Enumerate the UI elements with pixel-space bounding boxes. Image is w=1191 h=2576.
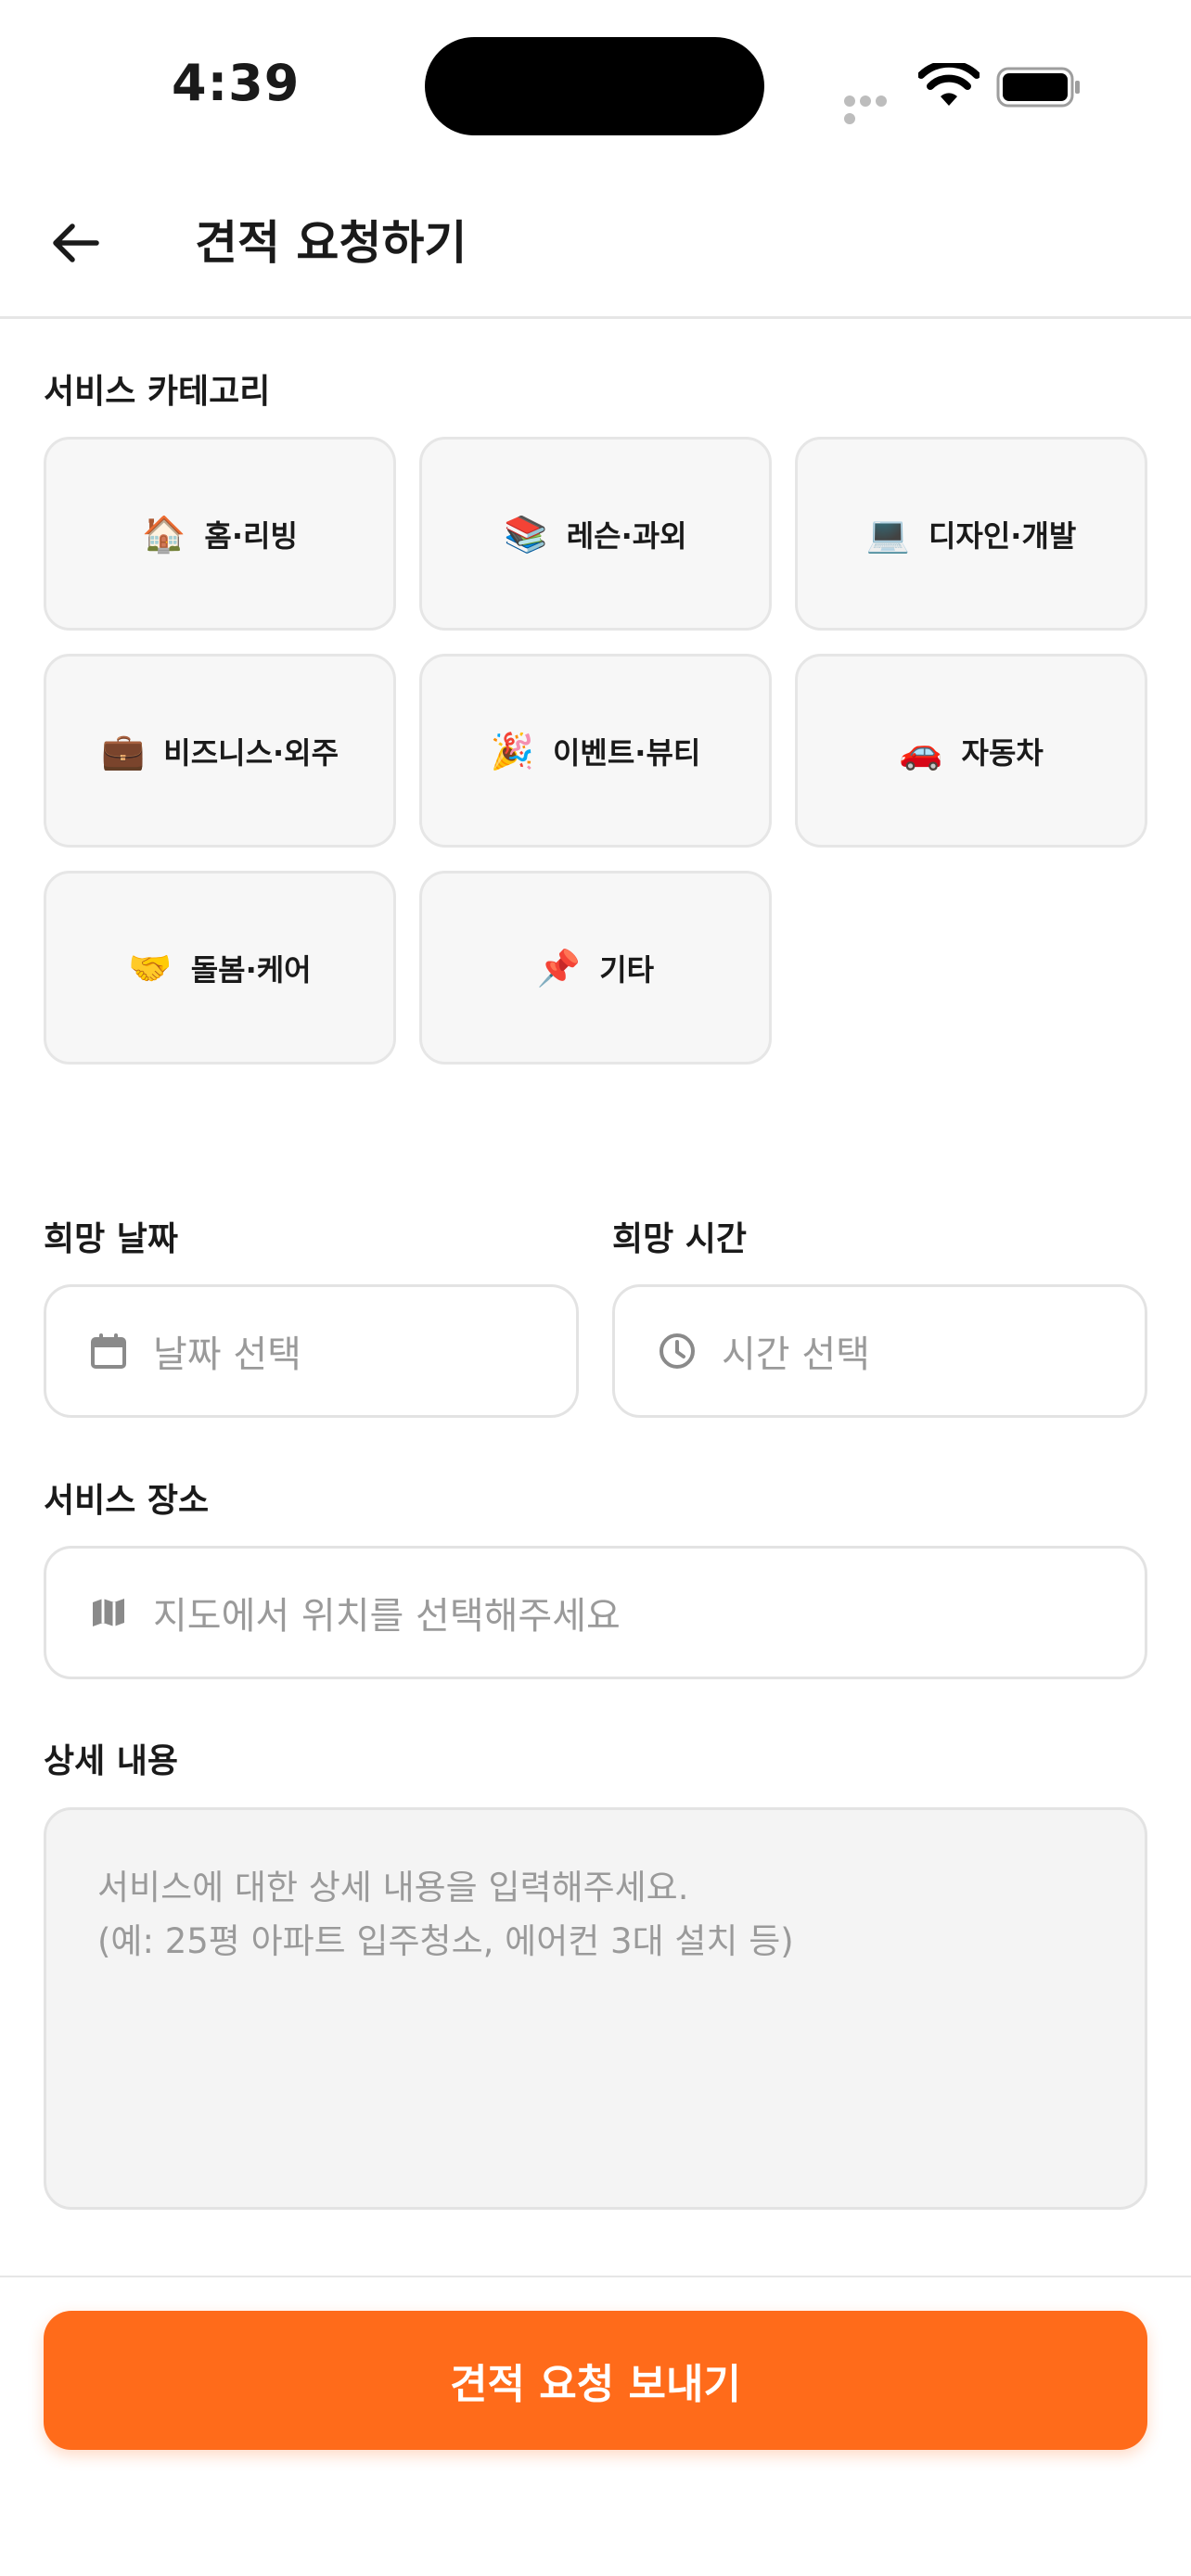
details-placeholder-line2: (예: 25평 아파트 입주청소, 에어컨 3대 설치 등): [97, 1921, 794, 1961]
status-time: 4:39: [172, 54, 301, 112]
category-label: 이벤트·뷰티: [552, 734, 701, 771]
page-title: 견적 요청하기: [195, 216, 467, 270]
details-placeholder-line1: 서비스에 대한 상세 내용을 입력해주세요.: [97, 1868, 689, 1907]
category-care[interactable]: 🤝 돌봄·케어: [44, 871, 396, 1065]
category-business-outsourcing[interactable]: 💼 비즈니스·외주: [44, 654, 396, 848]
details-field-label: 상세 내용: [44, 1742, 179, 1780]
clock-icon: [657, 1331, 698, 1371]
category-label: 레슨·과외: [566, 517, 687, 554]
location-placeholder: 지도에서 위치를 선택해주세요: [153, 1595, 621, 1638]
car-icon: 🚗: [899, 730, 943, 772]
date-field-label: 희망 날짜: [44, 1220, 179, 1258]
location-picker-field[interactable]: 지도에서 위치를 선택해주세요: [44, 1546, 1147, 1679]
back-button[interactable]: [43, 210, 109, 276]
details-textarea[interactable]: 서비스에 대한 상세 내용을 입력해주세요. (예: 25평 아파트 입주청소,…: [44, 1807, 1147, 2210]
time-field-label: 희망 시간: [612, 1220, 748, 1258]
dynamic-island: [425, 37, 764, 135]
handshake-icon: 🤝: [128, 947, 173, 988]
party-popper-icon: 🎉: [490, 730, 534, 772]
category-label: 자동차: [961, 734, 1044, 771]
category-grid: 🏠 홈·리빙 📚 레슨·과외 💻 디자인·개발 💼 비즈니스·외주 🎉 이벤트·…: [44, 437, 1147, 1065]
pushpin-icon: 📌: [536, 947, 582, 988]
category-event-beauty[interactable]: 🎉 이벤트·뷰티: [419, 654, 772, 848]
category-design-dev[interactable]: 💻 디자인·개발: [795, 437, 1147, 631]
calendar-icon: [88, 1331, 129, 1371]
books-icon: 📚: [504, 513, 548, 555]
time-placeholder: 시간 선택: [722, 1333, 870, 1376]
submit-quote-button[interactable]: 견적 요청 보내기: [44, 2311, 1147, 2450]
battery-icon: [996, 67, 1080, 108]
submit-button-label: 견적 요청 보내기: [450, 2361, 741, 2408]
category-label: 홈·리빙: [204, 517, 298, 554]
map-icon: [88, 1592, 129, 1633]
category-label: 비즈니스·외주: [163, 734, 339, 771]
location-field-label: 서비스 장소: [44, 1482, 210, 1520]
category-car[interactable]: 🚗 자동차: [795, 654, 1147, 848]
laptop-icon: 💻: [865, 513, 910, 555]
briefcase-icon: 💼: [100, 730, 146, 772]
category-lesson-tutoring[interactable]: 📚 레슨·과외: [419, 437, 772, 631]
category-other[interactable]: 📌 기타: [419, 871, 772, 1065]
status-bar: 4:39: [0, 0, 1191, 167]
house-icon: 🏠: [142, 513, 186, 555]
category-label: 디자인·개발: [928, 517, 1077, 554]
date-placeholder: 날짜 선택: [153, 1333, 301, 1376]
time-picker-field[interactable]: 시간 선택: [612, 1284, 1147, 1418]
bottom-action-bar: 견적 요청 보내기: [0, 2276, 1191, 2576]
date-picker-field[interactable]: 날짜 선택: [44, 1284, 579, 1418]
category-section-label: 서비스 카테고리: [44, 373, 271, 411]
wifi-icon: [918, 63, 980, 106]
arrow-left-icon: [53, 223, 99, 262]
category-label: 기타: [599, 951, 655, 988]
category-home-living[interactable]: 🏠 홈·리빙: [44, 437, 396, 631]
cellular-signal-icon: [844, 93, 905, 124]
app-header: 견적 요청하기: [0, 167, 1191, 319]
category-label: 돌봄·케어: [190, 951, 312, 988]
